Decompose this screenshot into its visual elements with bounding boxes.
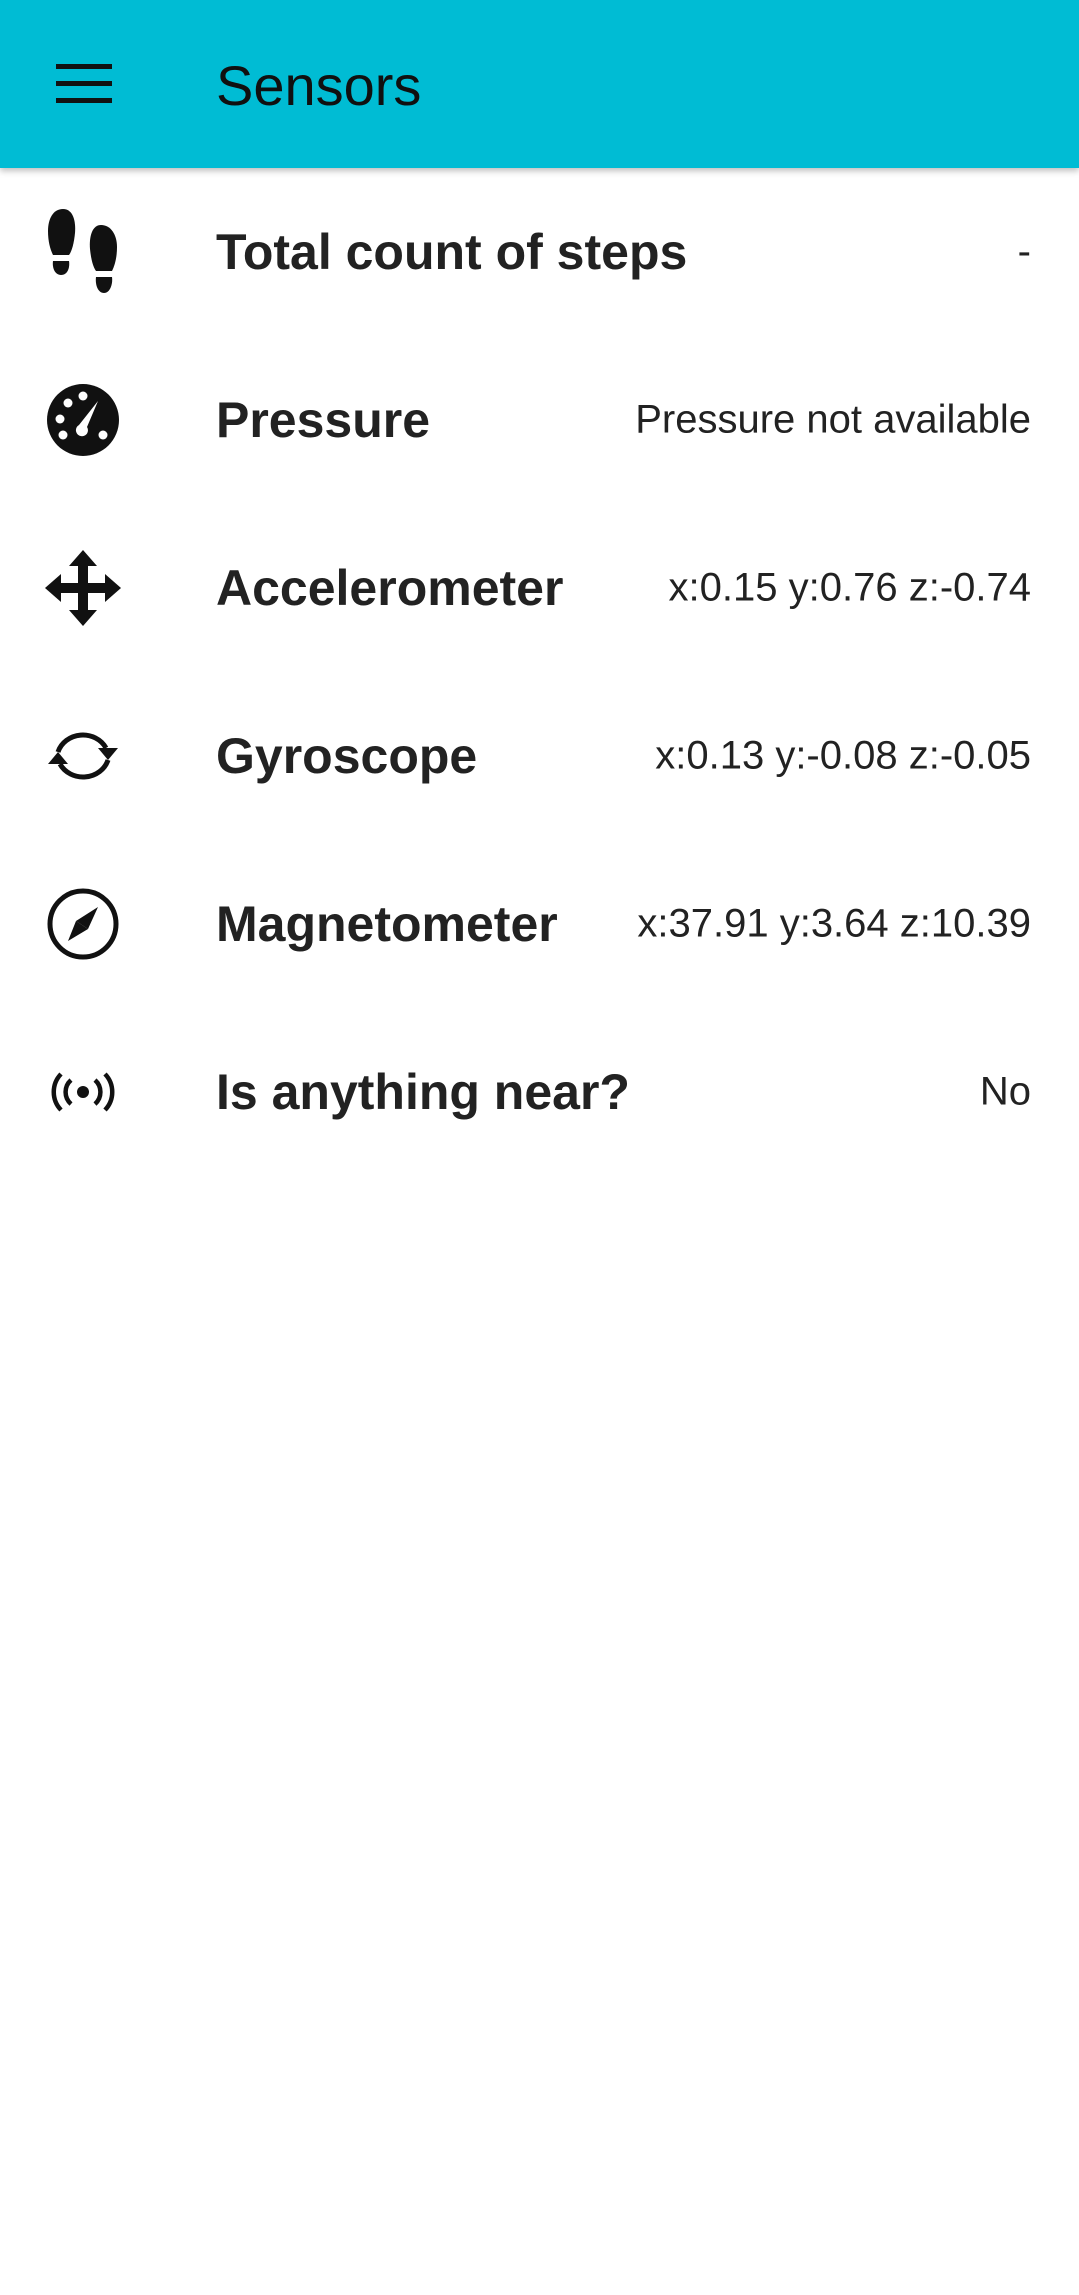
list-item-magnetometer[interactable]: Magnetometer x:37.91 y:3.64 z:10.39 (0, 840, 1079, 1008)
move-arrows-icon (43, 548, 123, 628)
sensor-label: Gyroscope (216, 728, 478, 784)
compass-icon (43, 884, 123, 964)
sensor-label: Total count of steps (216, 224, 688, 280)
sensor-value: - (1017, 229, 1031, 274)
sensor-value: x:37.91 y:3.64 z:10.39 (637, 901, 1031, 946)
menu-button[interactable] (30, 38, 138, 130)
page-title: Sensors (216, 54, 422, 117)
sensor-label: Pressure (216, 392, 431, 448)
sensor-value: x:0.15 y:0.76 z:-0.74 (668, 565, 1031, 610)
gauge-icon (43, 380, 123, 460)
sensor-value: x:0.13 y:-0.08 z:-0.05 (655, 733, 1031, 778)
rotate-icon (43, 716, 123, 796)
sensor-value: No (979, 1069, 1031, 1114)
app-bar: Sensors (0, 0, 1079, 168)
sensor-label: Magnetometer (216, 896, 558, 952)
sensor-value: Pressure not available (635, 397, 1031, 442)
hamburger-menu-icon (56, 64, 112, 103)
list-item-steps[interactable]: Total count of steps - (0, 168, 1079, 336)
sensor-label: Accelerometer (216, 560, 564, 616)
proximity-signal-icon (43, 1052, 123, 1132)
sensor-label: Is anything near? (216, 1064, 630, 1120)
sensor-list: Total count of steps - Pressure Pressure… (0, 168, 1079, 1176)
list-item-accelerometer[interactable]: Accelerometer x:0.15 y:0.76 z:-0.74 (0, 504, 1079, 672)
list-item-proximity[interactable]: Is anything near? No (0, 1008, 1079, 1176)
list-item-gyroscope[interactable]: Gyroscope x:0.13 y:-0.08 z:-0.05 (0, 672, 1079, 840)
footsteps-icon (43, 209, 123, 293)
list-item-pressure[interactable]: Pressure Pressure not available (0, 336, 1079, 504)
